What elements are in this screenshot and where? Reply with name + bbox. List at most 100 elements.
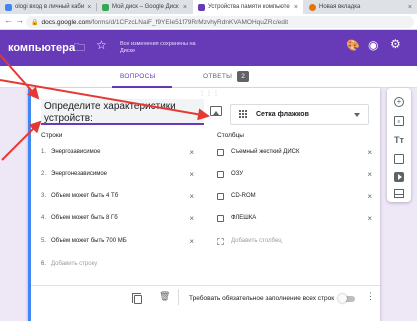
card-footer-divider	[31, 285, 380, 286]
tab-favicon-icon	[5, 3, 12, 11]
remove-row-icon[interactable]: ×	[189, 170, 194, 179]
browser-tab-label: Устройства памяти компьюте	[208, 4, 290, 10]
grid-column-item[interactable]: CD-ROM ×	[217, 190, 372, 202]
star-icon[interactable]: ☆	[96, 38, 107, 52]
remove-column-icon[interactable]: ×	[367, 148, 372, 157]
browser-tab-label: Мой диск – Google Диск	[112, 4, 179, 10]
grid-column-item[interactable]: ОЗУ ×	[217, 168, 372, 180]
add-row-button[interactable]: 6. Добавить строку	[41, 258, 191, 270]
import-questions-icon[interactable]: ≡	[394, 116, 404, 126]
image-icon[interactable]	[394, 154, 404, 164]
column-label[interactable]: ФЛЕШКА	[231, 215, 256, 221]
google-forms-icon	[198, 3, 205, 11]
row-label[interactable]: Энергозависимое	[51, 149, 100, 155]
back-arrow-icon[interactable]: ←	[4, 15, 13, 25]
checkbox-icon	[217, 148, 224, 156]
footer-divider	[178, 289, 179, 305]
tab-questions[interactable]: ВОПРОСЫ	[120, 73, 156, 80]
column-label[interactable]: CD-ROM	[231, 193, 256, 199]
browser-tab-strip: ologi вход в личный каби × Мой диск – Go…	[0, 0, 417, 14]
required-label: Требовать обязательное заполнение всех с…	[189, 295, 335, 302]
lock-icon: 🔒	[31, 19, 39, 26]
form-tabs: ВОПРОСЫ ОТВЕТЫ 2	[0, 66, 417, 88]
section-icon[interactable]	[394, 189, 404, 198]
column-label[interactable]: Съемный жесткий ДИСК	[231, 149, 300, 155]
columns-header: Столбцы	[217, 132, 244, 139]
browser-tab-3[interactable]: Новая вкладка ×	[304, 0, 417, 14]
grid-row-item[interactable]: 2. Энергонезависимое ×	[41, 168, 194, 180]
grid-row-item[interactable]: 1. Энергозависимое ×	[41, 146, 194, 158]
tab-close-icon[interactable]: ×	[294, 4, 298, 11]
row-number: 6.	[41, 261, 47, 267]
add-row-label[interactable]: Добавить строку	[51, 261, 97, 267]
grid-row-item[interactable]: 5. Объем может быть 700 МБ ×	[41, 235, 194, 247]
row-number: 2.	[41, 171, 47, 177]
checkbox-icon	[217, 237, 224, 245]
folder-icon[interactable]: 🗀	[74, 39, 85, 58]
checkbox-icon	[217, 214, 224, 222]
remove-column-icon[interactable]: ×	[367, 192, 372, 201]
browser-tab-1[interactable]: Мой диск – Google Диск ×	[97, 0, 192, 14]
preview-eye-icon[interactable]: ◉	[368, 38, 378, 52]
add-image-icon[interactable]	[210, 106, 222, 116]
grid-column-item[interactable]: Съемный жесткий ДИСК ×	[217, 146, 372, 158]
row-label[interactable]: Энергонезависимое	[51, 171, 107, 177]
required-toggle[interactable]	[338, 294, 355, 303]
checkbox-grid-icon	[239, 110, 248, 119]
add-column-button[interactable]: Добавить столбец	[217, 235, 367, 247]
tab-close-icon[interactable]: ×	[87, 4, 91, 11]
palette-icon[interactable]: 🎨	[346, 39, 360, 52]
remove-column-icon[interactable]: ×	[367, 214, 372, 223]
tab-close-icon[interactable]: ×	[183, 4, 187, 11]
browser-tab-0[interactable]: ologi вход в личный каби ×	[0, 0, 95, 14]
grid-row-item[interactable]: 4. Объем может быть 8 Гб ×	[41, 212, 194, 224]
remove-row-icon[interactable]: ×	[189, 237, 194, 246]
row-number: 5.	[41, 238, 47, 244]
trash-icon[interactable]: 🗑	[159, 291, 170, 302]
url-domain: docs.google.com	[41, 18, 91, 26]
grid-row-item[interactable]: 3. Объем может быть 4 Тб ×	[41, 190, 194, 202]
tab-close-icon[interactable]: ×	[408, 4, 412, 11]
checkbox-icon	[217, 192, 224, 200]
add-column-label[interactable]: Добавить столбец	[231, 238, 282, 244]
form-title[interactable]: компьютера	[8, 42, 75, 54]
rows-header: Строки	[41, 132, 63, 139]
browser-tab-2[interactable]: Устройства памяти компьюте ×	[193, 0, 303, 14]
row-label[interactable]: Объем может быть 4 Тб	[51, 193, 118, 199]
dropdown-arrow-icon	[354, 113, 360, 117]
drag-handle-icon[interactable]: ⋮⋮⋮	[199, 90, 220, 97]
save-status: Все изменения сохранены на Диске	[120, 41, 196, 54]
question-card[interactable]: ⋮⋮⋮ Определите характеристики устройств:…	[28, 88, 380, 321]
video-icon[interactable]	[394, 172, 404, 182]
forward-arrow-icon[interactable]: →	[15, 15, 24, 25]
checkbox-icon	[217, 170, 224, 178]
more-options-icon[interactable]: ⋮	[366, 291, 375, 302]
row-number: 1.	[41, 149, 47, 155]
duplicate-icon[interactable]	[132, 293, 142, 304]
grid-column-item[interactable]: ФЛЕШКА ×	[217, 212, 372, 224]
remove-row-icon[interactable]: ×	[189, 214, 194, 223]
row-label[interactable]: Объем может быть 8 Гб	[51, 215, 118, 221]
google-drive-icon	[102, 3, 109, 11]
remove-column-icon[interactable]: ×	[367, 170, 372, 179]
url-field[interactable]: 🔒 docs.google.com /forms/d/1CFzcLNaiF_f9…	[26, 16, 414, 28]
row-number: 3.	[41, 193, 47, 199]
add-question-icon[interactable]: +	[394, 97, 404, 107]
browser-tab-label: ologi вход в личный каби	[15, 4, 85, 10]
settings-gear-icon[interactable]: ⚙	[390, 37, 401, 51]
question-type-select[interactable]: Сетка флажков	[230, 104, 369, 125]
tab-answers[interactable]: ОТВЕТЫ	[203, 73, 232, 80]
remove-row-icon[interactable]: ×	[189, 148, 194, 157]
question-toolbar: + ≡ Tт	[387, 88, 411, 202]
address-bar: ← → 🔒 docs.google.com /forms/d/1CFzcLNai…	[0, 14, 417, 30]
question-title-input[interactable]: Определите характеристики устройств:	[41, 99, 204, 125]
column-label[interactable]: ОЗУ	[231, 171, 243, 177]
remove-row-icon[interactable]: ×	[189, 192, 194, 201]
url-path: /forms/d/1CFzcLNaiF_f9YEIe51f79RrMzvhyRd…	[90, 18, 289, 26]
firefox-icon	[309, 3, 316, 11]
browser-tab-label: Новая вкладка	[319, 4, 361, 10]
forms-header: компьютера 🗀 ☆ Все изменения сохранены н…	[0, 30, 417, 66]
row-label[interactable]: Объем может быть 700 МБ	[51, 238, 127, 244]
answers-count-badge: 2	[237, 71, 249, 82]
title-text-icon[interactable]: Tт	[394, 135, 404, 145]
